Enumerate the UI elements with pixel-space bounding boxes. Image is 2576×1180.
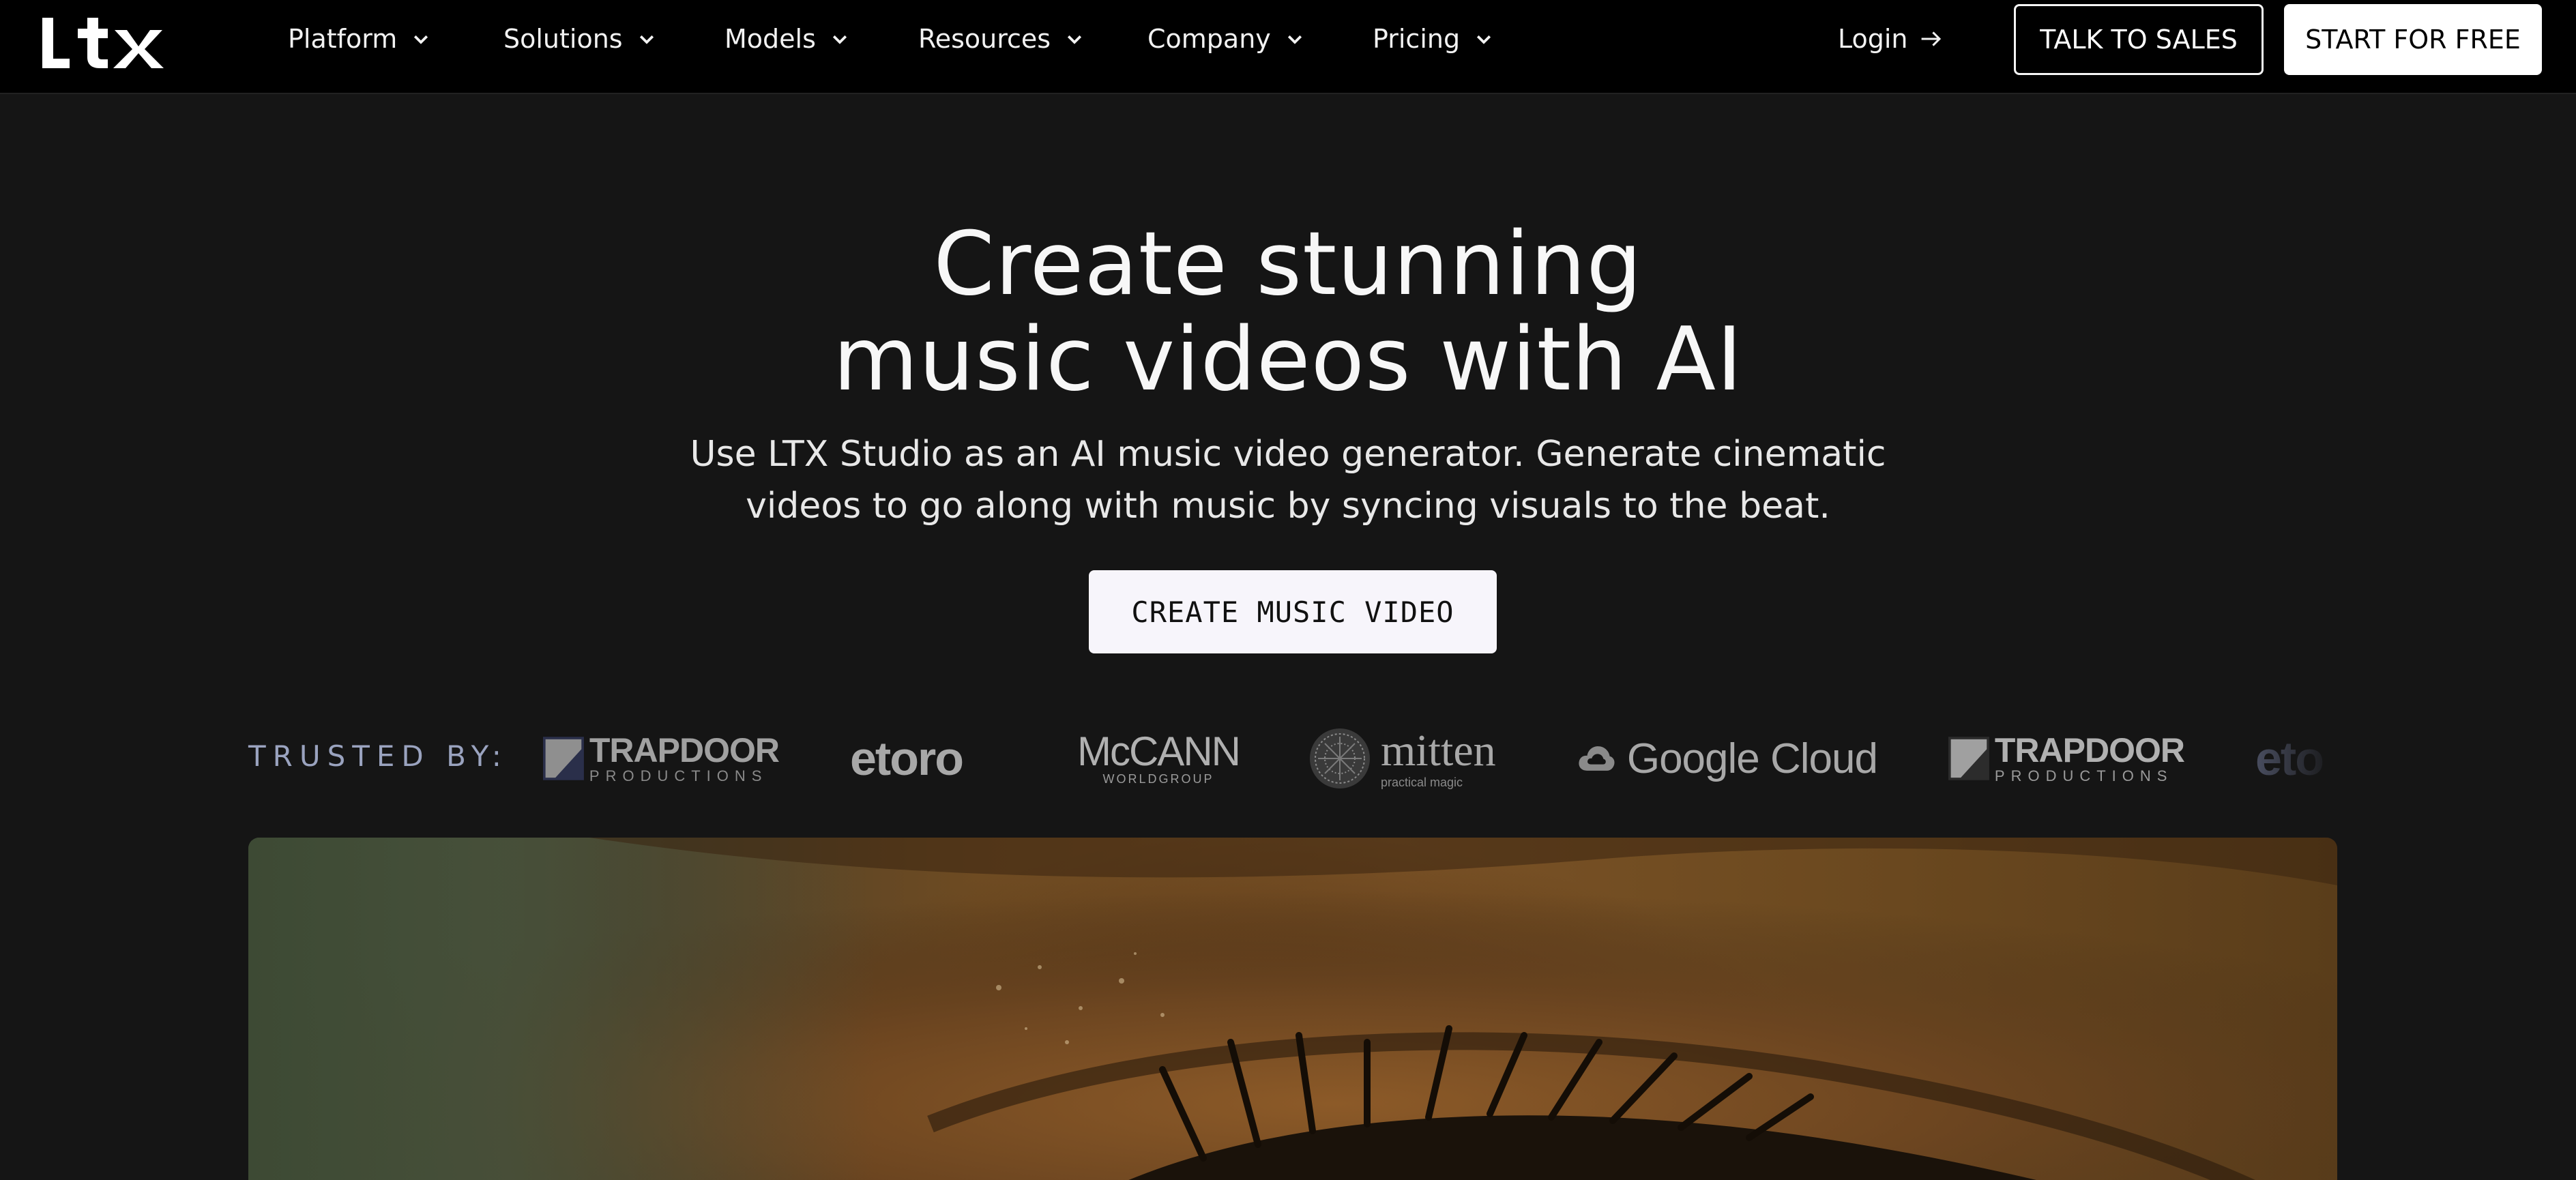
partner-logo-strip: TRAPDOOR PRODUCTIONS etoro McCANN WORLDG… [543, 723, 2337, 794]
logo-strip-fade [2228, 723, 2337, 794]
chevron-down-icon [832, 35, 847, 44]
nav-item-label: Platform [288, 24, 398, 54]
mitten-subtitle: practical magic [1381, 776, 1463, 789]
nav-item-resources[interactable]: Resources [918, 24, 1147, 54]
hero-title: Create stunning music videos with AI [0, 217, 2576, 408]
trusted-by-label: TRUSTED BY: [248, 739, 508, 773]
trapdoor-subtitle: PRODUCTIONS [1994, 767, 2174, 784]
cloud-icon [1579, 746, 1615, 771]
nav-item-pricing[interactable]: Pricing [1373, 24, 1509, 54]
nav-item-label: Pricing [1373, 24, 1461, 54]
hero-video[interactable] [248, 838, 2337, 1180]
trapdoor-wordmark: TRAPDOOR [589, 731, 780, 769]
talk-to-sales-button[interactable]: TALK TO SALES [2014, 4, 2264, 75]
mitten-wordmark: mitten [1381, 726, 1496, 776]
nav-item-models[interactable]: Models [724, 24, 918, 54]
login-link[interactable]: Login [1838, 0, 1944, 78]
chevron-down-icon [1287, 35, 1302, 44]
chevron-down-icon [1068, 35, 1082, 44]
etoro-logo: etoro [850, 723, 1000, 794]
chevron-down-icon [1477, 35, 1491, 44]
mitten-mark-icon [1310, 728, 1370, 788]
trapdoor-wordmark: TRAPDOOR [1994, 731, 2185, 769]
login-label: Login [1838, 24, 1908, 54]
nav-item-company[interactable]: Company [1147, 24, 1373, 54]
nav-item-platform[interactable]: Platform [288, 24, 503, 54]
hero-subtitle-line-1: Use LTX Studio as an AI music video gene… [690, 434, 1886, 475]
hero-subtitle: Use LTX Studio as an AI music video gene… [0, 428, 2576, 532]
mccann-wordmark: McCANN [1077, 728, 1241, 774]
nav-menu: Platform Solutions Models Resources Comp… [288, 0, 1509, 78]
google-cloud-logo: Google Cloud [1577, 723, 1878, 794]
trapdoor-logo: TRAPDOOR PRODUCTIONS [1948, 723, 2185, 794]
trapdoor-logo: TRAPDOOR PRODUCTIONS [543, 723, 780, 794]
top-navigation: Platform Solutions Models Resources Comp… [0, 0, 2576, 94]
nav-item-label: Models [724, 24, 816, 54]
trapdoor-mark-icon [1948, 737, 1989, 780]
arrow-right-icon [1921, 31, 1941, 46]
start-for-free-button[interactable]: START FOR FREE [2284, 4, 2542, 75]
trapdoor-mark-icon [543, 737, 584, 780]
create-music-video-button[interactable]: CREATE MUSIC VIDEO [1089, 570, 1497, 653]
etoro-wordmark: etoro [850, 732, 964, 785]
google-cloud-wordmark: Google Cloud [1626, 735, 1878, 782]
nav-item-solutions[interactable]: Solutions [503, 24, 724, 54]
hero-title-line-1: Create stunning [933, 213, 1643, 315]
mccann-logo: McCANN WORLDGROUP [1070, 723, 1247, 794]
nav-item-label: Company [1147, 24, 1271, 54]
mitten-logo: mitten practical magic [1308, 723, 1513, 794]
eye-closeup-image [248, 838, 2337, 1180]
hero-subtitle-line-2: videos to go along with music by syncing… [746, 486, 1830, 527]
hero-title-line-2: music videos with AI [833, 309, 1743, 411]
nav-item-label: Solutions [503, 24, 623, 54]
chevron-down-icon [639, 35, 654, 44]
trapdoor-subtitle: PRODUCTIONS [589, 767, 768, 784]
mccann-subtitle: WORLDGROUP [1102, 771, 1214, 786]
nav-item-label: Resources [918, 24, 1051, 54]
chevron-down-icon [414, 35, 428, 44]
ltx-logo[interactable] [42, 16, 166, 70]
